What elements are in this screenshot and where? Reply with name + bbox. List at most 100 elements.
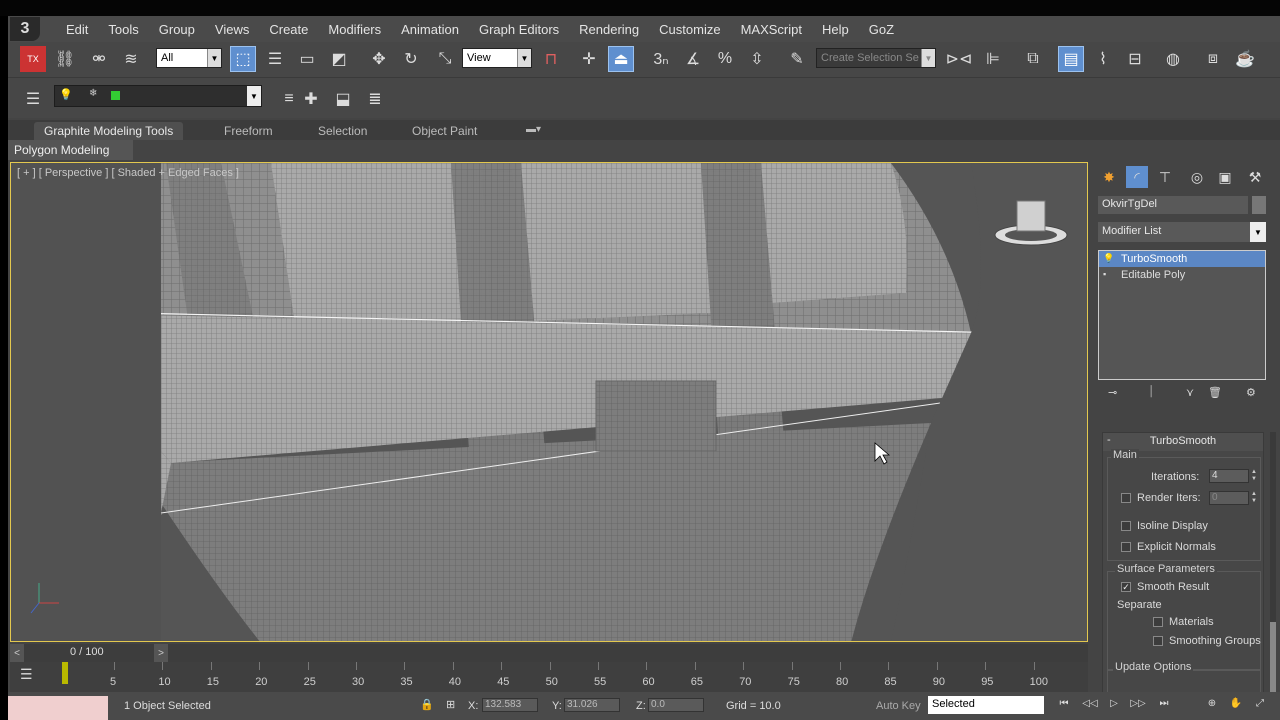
play-icon[interactable]: ▷ — [1106, 698, 1122, 712]
mini-curve-editor-icon[interactable]: ☰ — [20, 666, 33, 683]
make-unique-icon[interactable]: ⋎ — [1186, 386, 1194, 399]
move-icon[interactable]: ✥ — [366, 46, 392, 72]
tab-graphite-modeling-tools[interactable]: Graphite Modeling Tools — [34, 122, 184, 140]
next-key-icon[interactable]: ▷▷ — [1130, 698, 1146, 712]
menu-modifiers[interactable]: Modifiers — [318, 22, 391, 37]
app-logo-button[interactable]: 3 — [10, 17, 40, 41]
viewport-label[interactable]: [ + ] [ Perspective ] [ Shaded + Edged F… — [17, 167, 239, 179]
layer-dropdown[interactable]: 💡 ❄ ▼ — [54, 85, 262, 107]
texture-tool-icon[interactable]: TX — [20, 46, 46, 72]
link-icon[interactable]: ⛓ — [52, 46, 78, 72]
layer-manager-icon[interactable]: ⧉ — [1020, 46, 1046, 72]
material-editor-icon[interactable]: ◍ — [1160, 46, 1186, 72]
spinner-arrows-icon[interactable]: ▲ ▼ — [1249, 491, 1259, 505]
isoline-display-checkbox[interactable] — [1121, 521, 1131, 531]
spinner-arrows-icon[interactable]: ▲ ▼ — [1249, 469, 1259, 483]
rotate-icon[interactable]: ↻ — [398, 46, 424, 72]
render-setup-icon[interactable]: ⧈ — [1200, 46, 1226, 72]
render-iters-checkbox[interactable] — [1121, 493, 1131, 503]
perspective-viewport[interactable]: [ + ] [ Perspective ] [ Shaded + Edged F… — [10, 162, 1088, 642]
menu-graph-editors[interactable]: Graph Editors — [469, 22, 569, 37]
menu-tools[interactable]: Tools — [98, 22, 148, 37]
z-coordinate-field[interactable]: 0.0 — [648, 698, 704, 712]
spinner-snap-icon[interactable]: ⇳ — [744, 46, 770, 72]
keyboard-shortcut-toggle-icon[interactable]: ⏏ — [608, 46, 634, 72]
menu-goz[interactable]: GoZ — [859, 22, 904, 37]
angle-snap-icon[interactable]: ∡ — [680, 46, 706, 72]
stack-item-editable-poly[interactable]: ▪ Editable Poly — [1099, 267, 1265, 283]
utilities-tab-icon[interactable]: ⚒ — [1244, 166, 1266, 188]
edit-named-selection-icon[interactable]: ✎ — [784, 46, 810, 72]
hierarchy-tab-icon[interactable]: ⊤ — [1154, 166, 1176, 188]
display-tab-icon[interactable]: ▣ — [1214, 166, 1236, 188]
named-selection-dropdown[interactable]: Create Selection Se ▼ — [816, 48, 936, 68]
render-iters-spinner[interactable]: 0 — [1209, 491, 1249, 505]
prev-frame-icon[interactable]: < — [10, 644, 24, 662]
percent-snap-icon[interactable]: % — [712, 46, 738, 72]
menu-maxscript[interactable]: MAXScript — [731, 22, 812, 37]
menu-customize[interactable]: Customize — [649, 22, 730, 37]
add-to-layer-icon[interactable]: ✚ — [298, 86, 324, 112]
set-current-layer-icon[interactable]: ≣ — [362, 86, 388, 112]
render-teapot-icon[interactable]: ☕ — [1232, 46, 1258, 72]
tab-object-paint[interactable]: Object Paint — [402, 122, 487, 140]
x-coordinate-field[interactable]: 132.583 — [482, 698, 538, 712]
menu-views[interactable]: Views — [205, 22, 259, 37]
align-icon[interactable]: ⊫ — [980, 46, 1006, 72]
zoom-icon[interactable]: ⊕ — [1204, 698, 1220, 712]
pan-icon[interactable]: ✋ — [1228, 698, 1244, 712]
snaps-toggle-icon[interactable]: 3ₙ — [648, 46, 674, 72]
polygon-modeling-panel[interactable]: Polygon Modeling — [8, 140, 133, 160]
prev-key-icon[interactable]: ◁◁ — [1082, 698, 1098, 712]
track-bar[interactable]: ☰ 5 10 15 20 25 30 35 40 45 50 55 60 65 70 75 80 85 90 95 1… — [10, 662, 1088, 692]
scrollbar-thumb[interactable] — [1270, 622, 1276, 692]
select-manipulate-icon[interactable]: ✛ — [576, 46, 602, 72]
unlink-icon[interactable]: ⚮ — [86, 46, 112, 72]
iterations-spinner[interactable]: 4 — [1209, 469, 1249, 483]
mirror-icon[interactable]: ⊳⊲ — [946, 46, 973, 72]
rect-selection-icon[interactable]: ▭ — [294, 46, 320, 72]
object-name-field[interactable]: OkvirTgDel — [1098, 196, 1248, 214]
ribbon-options-icon[interactable]: ▬▾ — [516, 122, 551, 140]
tab-freeform[interactable]: Freeform — [214, 122, 283, 140]
smoothing-groups-checkbox[interactable] — [1153, 636, 1163, 646]
current-frame-marker[interactable] — [62, 662, 68, 684]
menu-group[interactable]: Group — [149, 22, 205, 37]
explicit-normals-checkbox[interactable] — [1121, 542, 1131, 552]
show-end-result-icon[interactable]: ⏐ — [1148, 386, 1154, 399]
time-slider[interactable]: < 0 / 100 > — [10, 644, 1088, 662]
pivot-center-icon[interactable]: ⊓ — [538, 46, 564, 72]
menu-animation[interactable]: Animation — [391, 22, 469, 37]
modifier-list-dropdown[interactable]: Modifier List ▼ — [1098, 222, 1266, 242]
tab-selection[interactable]: Selection — [308, 122, 377, 140]
remove-modifier-icon[interactable]: 🗑 — [1208, 386, 1222, 399]
modify-tab-icon[interactable]: ◜ — [1126, 166, 1148, 188]
bind-space-warp-icon[interactable]: ≋ — [118, 46, 144, 72]
materials-checkbox[interactable] — [1153, 617, 1163, 627]
create-tab-icon[interactable]: ✸ — [1098, 166, 1120, 188]
schematic-view-icon[interactable]: ⊟ — [1122, 46, 1148, 72]
scale-icon[interactable]: ⤡ — [432, 46, 458, 72]
menu-create[interactable]: Create — [259, 22, 318, 37]
command-panel-scrollbar[interactable] — [1270, 432, 1276, 712]
maximize-viewport-icon[interactable]: ⤢ — [1252, 698, 1268, 712]
smooth-result-checkbox[interactable]: ✓ — [1121, 582, 1131, 592]
go-to-end-icon[interactable]: ⏭ — [1156, 698, 1172, 712]
layers-icon[interactable]: ☰ — [20, 86, 46, 112]
select-by-name-icon[interactable]: ☰ — [262, 46, 288, 72]
menu-help[interactable]: Help — [812, 22, 859, 37]
go-to-start-icon[interactable]: ⏮ — [1056, 698, 1072, 712]
key-filter-dropdown[interactable]: Selected — [928, 696, 1044, 714]
menu-rendering[interactable]: Rendering — [569, 22, 649, 37]
graphite-toggle-icon[interactable]: ▤ — [1058, 46, 1084, 72]
y-coordinate-field[interactable]: 31.026 — [564, 698, 620, 712]
menu-edit[interactable]: Edit — [56, 22, 98, 37]
next-frame-icon[interactable]: > — [154, 644, 168, 662]
lock-icon[interactable]: 🔒 — [420, 698, 434, 711]
motion-tab-icon[interactable]: ◎ — [1186, 166, 1208, 188]
selection-filter-dropdown[interactable]: All ▼ — [156, 48, 222, 68]
pin-stack-icon[interactable]: ⊸ — [1108, 386, 1117, 399]
auto-key-button[interactable]: Auto Key — [876, 700, 921, 712]
select-in-layer-icon[interactable]: ⬓ — [330, 86, 356, 112]
lightbulb-icon[interactable]: 💡 — [1103, 253, 1114, 263]
